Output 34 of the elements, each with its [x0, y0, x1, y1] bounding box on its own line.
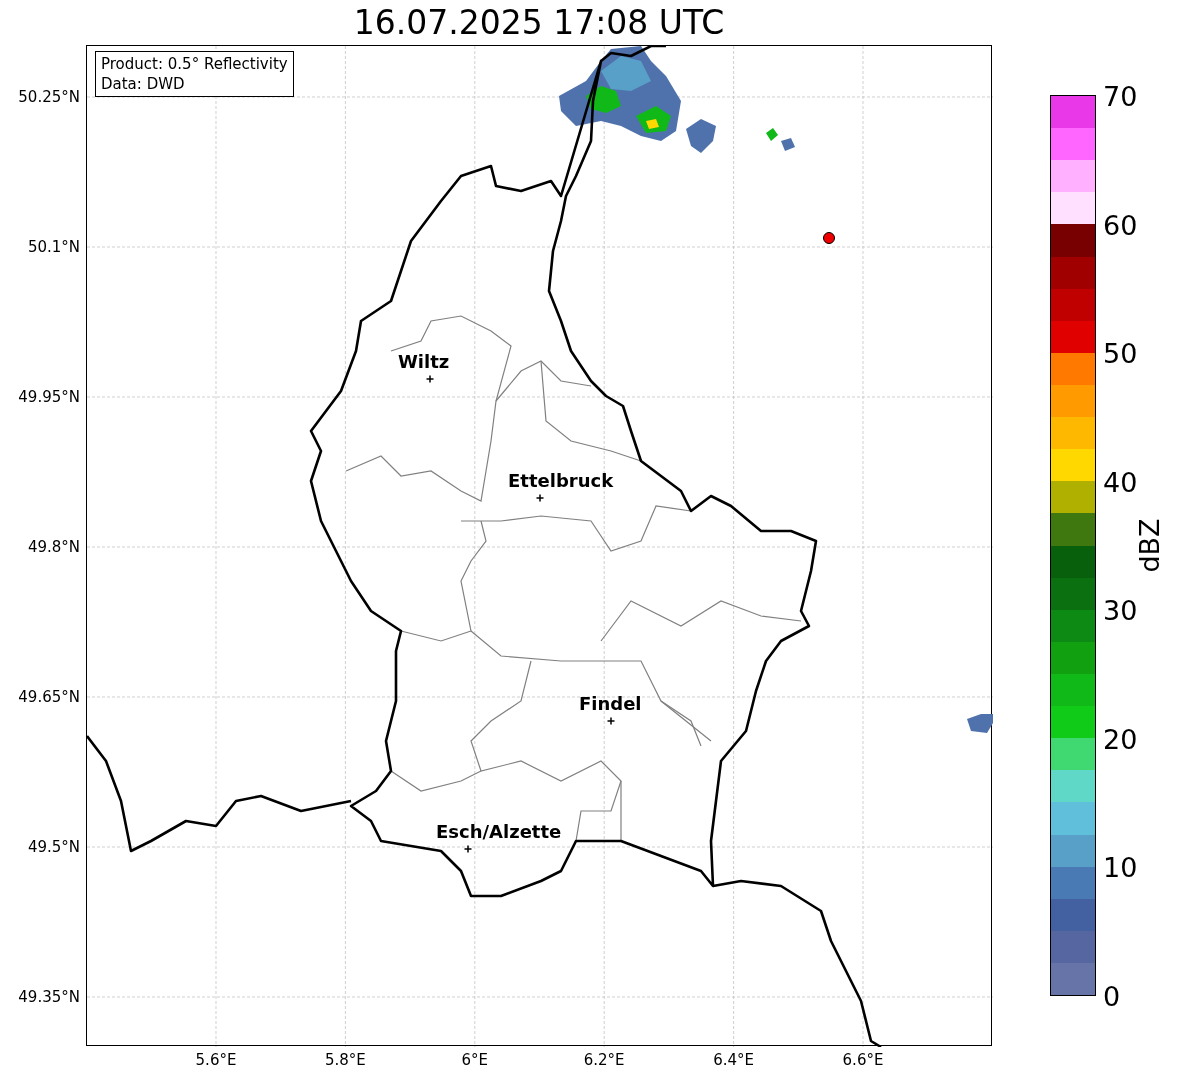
tick-label: 6.4°E [713, 1053, 754, 1068]
tick-label: 30 [1103, 596, 1138, 624]
city-marker-icon [463, 844, 473, 854]
tick-label: 50.1°N [26, 239, 80, 255]
city-label: Wiltz [398, 353, 450, 371]
chart-title: 16.07.2025 17:08 UTC [353, 6, 725, 39]
city-marker-icon [606, 716, 616, 726]
tick-label: 5.8°E [324, 1053, 366, 1068]
tick-label: 40 [1103, 468, 1138, 496]
colorbar-label: dBZ [1135, 518, 1163, 573]
tick-label: 49.65°N [17, 689, 80, 705]
tick-label: 60 [1103, 211, 1138, 239]
location-dot [823, 232, 835, 244]
tick-label: 49.5°N [26, 839, 80, 855]
tick-label: 49.8°N [26, 539, 80, 555]
info-text: Data: DWD [101, 74, 186, 94]
tick-label: 10 [1103, 853, 1138, 881]
tick-label: 50.25°N [17, 89, 80, 105]
city-label: Ettelbruck [508, 472, 614, 490]
city-marker-icon [425, 374, 435, 384]
tick-label: 49.35°N [17, 989, 80, 1005]
city-label: Findel [579, 695, 642, 713]
tick-label: 6.6°E [842, 1053, 884, 1068]
tick-label: 50 [1103, 339, 1138, 367]
tick-label: 49.95°N [17, 389, 80, 405]
tick-label: 6.2°E [583, 1053, 625, 1068]
tick-label: 5.6°E [195, 1053, 237, 1068]
info-text: Product: 0.5° Reflectivity [101, 54, 288, 74]
tick-label: 20 [1103, 725, 1138, 753]
tick-label: 0 [1103, 982, 1121, 1010]
city-marker-icon [535, 493, 545, 503]
tick-label: 6°E [461, 1053, 489, 1068]
tick-label: 70 [1103, 82, 1138, 110]
city-label: Esch/Alzette [436, 823, 562, 841]
